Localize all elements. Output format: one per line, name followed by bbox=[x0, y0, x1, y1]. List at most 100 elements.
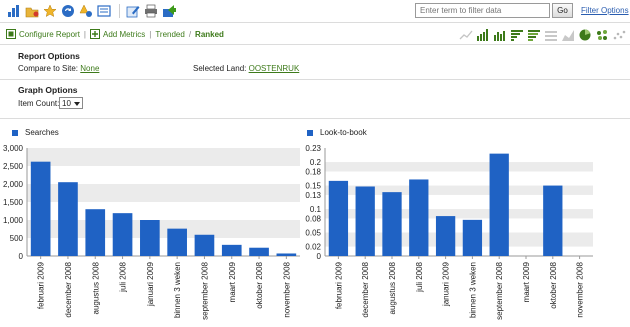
y-tick-label: 0.08 bbox=[305, 214, 321, 223]
toolbar-divider bbox=[0, 22, 630, 23]
y-tick-label: 0 bbox=[19, 252, 24, 261]
y-tick-label: 2,000 bbox=[3, 180, 24, 189]
bar[interactable] bbox=[435, 216, 456, 256]
list-view-icon[interactable] bbox=[544, 28, 558, 41]
y-tick-label: 0.2 bbox=[310, 158, 322, 167]
x-tick-label: binnen 3 weken bbox=[468, 262, 477, 318]
bar[interactable] bbox=[85, 209, 106, 256]
filter-options-link[interactable]: Filter Options bbox=[581, 6, 629, 15]
legend-label: Look-to-book bbox=[320, 128, 367, 137]
grid-band bbox=[27, 148, 300, 166]
y-tick-label: 0.05 bbox=[305, 229, 321, 238]
x-tick-label: binnen 3 weken bbox=[173, 262, 182, 318]
graph-options-title: Graph Options bbox=[18, 85, 78, 95]
x-tick-label: december 2008 bbox=[361, 261, 370, 317]
bar[interactable] bbox=[194, 234, 215, 256]
options-divider bbox=[0, 79, 630, 80]
scatter-view-icon[interactable] bbox=[612, 28, 626, 41]
bar[interactable] bbox=[140, 220, 160, 256]
x-tick-label: februari 2009 bbox=[334, 261, 343, 309]
y-tick-label: 1,500 bbox=[3, 198, 24, 207]
x-tick-label: maart 2009 bbox=[228, 261, 237, 302]
bar[interactable] bbox=[221, 244, 242, 256]
edit-icon[interactable] bbox=[125, 4, 140, 19]
legend-searches: Searches bbox=[12, 128, 59, 137]
selected-land: Selected Land: OOSTENRUK bbox=[193, 64, 299, 73]
ranked-bar-view-icon[interactable] bbox=[476, 28, 490, 41]
look-to-book-chart: 00.02 0.05 0.080.1 0.130.15 0.180.2 0.23 febru… bbox=[305, 144, 593, 320]
stacked-bar-view-icon[interactable] bbox=[527, 28, 541, 41]
cluster-view-icon[interactable] bbox=[595, 28, 609, 41]
y-tick-label: 0.02 bbox=[305, 243, 321, 252]
download-icon[interactable] bbox=[96, 4, 111, 19]
breadcrumb: Configure Report | Add Metrics | Trended… bbox=[6, 28, 224, 40]
y-tick-label: 500 bbox=[10, 234, 24, 243]
searches-chart: 0 500 1,000 1,500 2,000 2,500 3,000 februari 20… bbox=[3, 144, 300, 320]
bar[interactable] bbox=[543, 185, 563, 256]
breadcrumb-separator: | bbox=[83, 29, 86, 39]
configure-report-link[interactable]: Configure Report bbox=[19, 30, 80, 39]
legend-swatch bbox=[307, 129, 313, 136]
star-icon[interactable] bbox=[42, 4, 57, 19]
bar-chart-icon[interactable] bbox=[6, 4, 21, 19]
compare-label: Compare to Site: bbox=[18, 64, 79, 73]
breadcrumb-divider bbox=[0, 44, 630, 45]
x-tick-label: januari 2009 bbox=[146, 261, 155, 307]
y-tick-label: 0.18 bbox=[305, 167, 321, 176]
x-tick-label: november 2008 bbox=[576, 261, 585, 317]
bar[interactable] bbox=[112, 213, 133, 256]
bar[interactable] bbox=[382, 192, 402, 256]
pie-view-icon[interactable] bbox=[578, 28, 592, 41]
y-tick-label: 1,000 bbox=[3, 216, 24, 225]
view-type-icons bbox=[459, 28, 629, 41]
area-view-icon[interactable] bbox=[561, 28, 575, 41]
bar-view-icon[interactable] bbox=[493, 28, 507, 41]
grid-band bbox=[325, 162, 593, 172]
configure-icon bbox=[6, 29, 16, 39]
x-tick-label: januari 2009 bbox=[442, 261, 451, 307]
bar[interactable] bbox=[462, 219, 483, 256]
add-icon bbox=[90, 29, 100, 39]
print-icon[interactable] bbox=[143, 4, 158, 19]
item-count-label: Item Count: bbox=[18, 99, 60, 108]
legend-look-to-book: Look-to-book bbox=[307, 128, 367, 137]
horizontal-bar-view-icon[interactable] bbox=[510, 28, 524, 41]
bar[interactable] bbox=[249, 247, 269, 256]
trended-link[interactable]: Trended bbox=[155, 30, 185, 39]
legend-label: Searches bbox=[25, 128, 59, 137]
alert-icon[interactable] bbox=[78, 4, 93, 19]
bar[interactable] bbox=[30, 161, 51, 256]
y-tick-label: 3,000 bbox=[3, 144, 24, 153]
bar[interactable] bbox=[489, 153, 509, 256]
bar[interactable] bbox=[58, 182, 78, 256]
legend-swatch bbox=[12, 129, 18, 136]
add-metrics-link[interactable]: Add Metrics bbox=[103, 30, 145, 39]
toolbar-separator bbox=[119, 4, 120, 18]
share-icon[interactable] bbox=[161, 4, 176, 19]
bar[interactable] bbox=[167, 228, 187, 256]
bar[interactable] bbox=[409, 179, 429, 256]
land-label: Selected Land: bbox=[193, 64, 247, 73]
y-tick-label: 0.1 bbox=[310, 205, 322, 214]
x-tick-label: oktober 2008 bbox=[255, 261, 264, 308]
item-count-value: 10 bbox=[62, 98, 71, 108]
bar[interactable] bbox=[355, 186, 375, 256]
bar[interactable] bbox=[328, 180, 349, 256]
trend-view-icon[interactable] bbox=[459, 28, 473, 41]
folder-icon[interactable] bbox=[24, 4, 39, 19]
y-tick-label: 2,500 bbox=[3, 162, 24, 171]
sync-icon[interactable] bbox=[60, 4, 75, 19]
x-tick-label: december 2008 bbox=[64, 261, 73, 317]
compare-site-link[interactable]: None bbox=[80, 64, 99, 73]
report-options-title: Report Options bbox=[18, 51, 80, 61]
y-tick-label: 0.13 bbox=[305, 191, 321, 200]
y-tick-label: 0 bbox=[317, 252, 322, 261]
item-count-select[interactable]: 10 bbox=[59, 97, 83, 109]
x-tick-label: september 2008 bbox=[200, 261, 209, 319]
filter-input[interactable] bbox=[415, 3, 550, 18]
breadcrumb-separator: | bbox=[149, 29, 152, 39]
x-tick-label: september 2008 bbox=[495, 261, 504, 319]
selected-land-link[interactable]: OOSTENRUK bbox=[249, 64, 300, 73]
breadcrumb-slash: / bbox=[188, 29, 192, 39]
go-button[interactable]: Go bbox=[552, 3, 573, 18]
